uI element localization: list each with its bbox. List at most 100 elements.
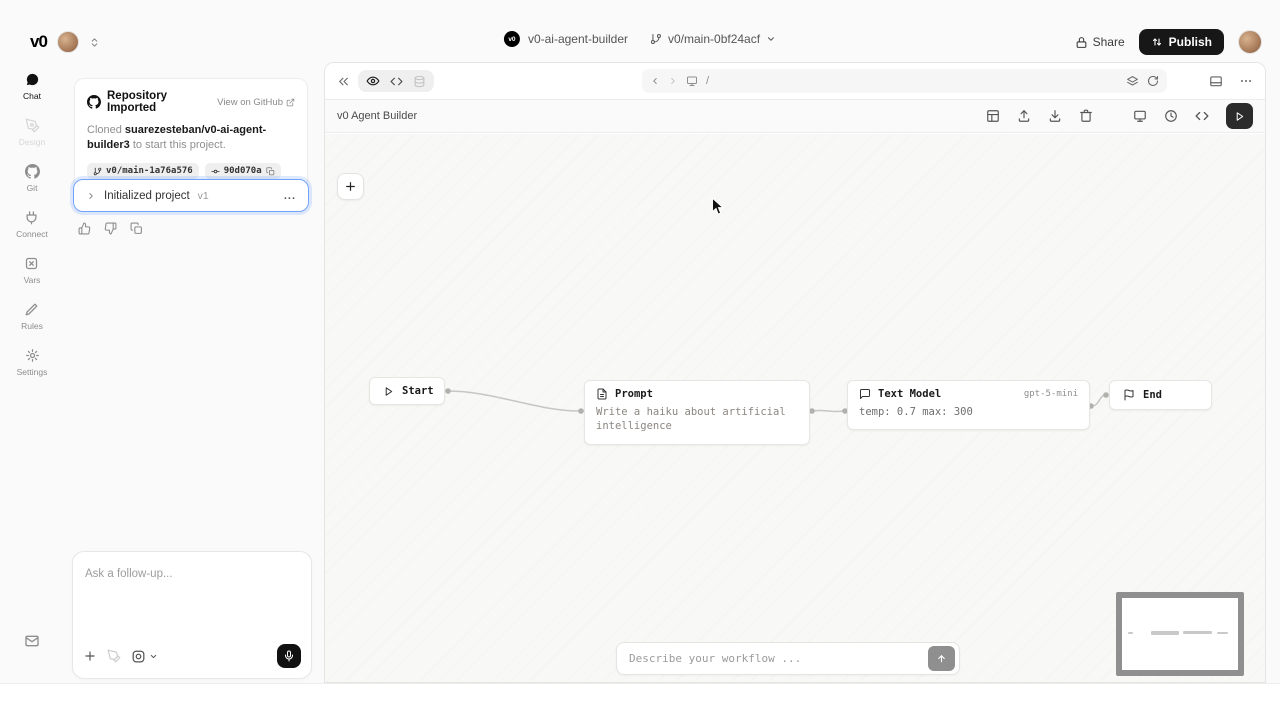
chevron-down-icon	[149, 652, 158, 661]
run-workflow-button[interactable]	[1226, 103, 1253, 129]
download-icon[interactable]	[1048, 109, 1062, 123]
repo-card-body: Cloned suarezesteban/v0-ai-agent-builder…	[87, 123, 295, 153]
refresh-icon[interactable]	[1147, 75, 1159, 87]
address-bar[interactable]: /	[642, 69, 1167, 93]
copy-message-icon[interactable]	[130, 222, 143, 235]
more-menu-icon[interactable]	[1239, 74, 1253, 88]
node-start[interactable]: Start	[369, 377, 445, 405]
code-view-icon[interactable]	[390, 75, 403, 88]
browser-window-icon[interactable]	[1209, 74, 1223, 88]
sidebar-item-design[interactable]: Design	[19, 118, 45, 147]
v0-logo[interactable]: v0	[30, 32, 47, 52]
sidebar-label: Git	[27, 183, 38, 193]
database-view-icon[interactable]	[413, 75, 426, 88]
share-button[interactable]: Share	[1075, 35, 1125, 49]
branch-selector[interactable]: v0/main-0bf24acf	[650, 32, 776, 46]
plus-icon[interactable]	[83, 649, 97, 663]
model-name: gpt-5-mini	[1024, 389, 1078, 399]
github-icon	[87, 95, 101, 109]
git-commit-icon	[211, 167, 220, 176]
play-icon	[1234, 111, 1245, 122]
view-on-github-link[interactable]: View on GitHub	[217, 97, 295, 108]
layout-icon[interactable]	[986, 109, 1000, 123]
history-clock-icon[interactable]	[1164, 109, 1178, 123]
canvas-minimap[interactable]	[1116, 592, 1244, 676]
thumbs-down-icon[interactable]	[104, 222, 117, 235]
upload-icon[interactable]	[1017, 109, 1031, 123]
url-path[interactable]: /	[706, 75, 1118, 87]
branch-badge[interactable]: v0/main-1a76a576	[87, 163, 199, 179]
model-selector[interactable]	[131, 649, 158, 664]
workflow-input[interactable]	[629, 652, 928, 665]
rules-icon	[24, 302, 39, 317]
v0-app-window: v0 v0 v0-ai-agent-builder v0/main-0bf24a…	[0, 0, 1280, 684]
collapse-sidebar-icon[interactable]	[337, 75, 350, 88]
mic-button[interactable]	[277, 644, 301, 668]
followup-composer	[72, 551, 312, 679]
publish-button[interactable]: Publish	[1139, 29, 1224, 55]
sidebar-item-git[interactable]: Git	[25, 164, 40, 193]
share-label: Share	[1093, 35, 1125, 49]
version-more-button[interactable]: ...	[284, 190, 296, 202]
sidebar-item-settings[interactable]: Settings	[17, 348, 48, 377]
chevron-right-icon[interactable]	[86, 191, 96, 201]
message-square-icon	[859, 388, 871, 400]
builder-toolbar	[986, 103, 1253, 129]
node-label: Prompt	[615, 388, 653, 400]
nav-back-icon[interactable]	[650, 76, 660, 86]
node-prompt[interactable]: Prompt Write a haiku about artificial in…	[584, 380, 810, 445]
panel-title: v0 Agent Builder	[337, 110, 417, 122]
layers-icon[interactable]	[1126, 75, 1139, 88]
workspace-switcher-icon[interactable]	[89, 37, 100, 48]
thumbs-up-icon[interactable]	[78, 222, 91, 235]
workspace-avatar[interactable]	[57, 31, 79, 53]
node-label: Start	[402, 385, 434, 397]
sidebar-rail: Chat Design Git Connect Vars Rules Setti…	[0, 62, 64, 683]
user-avatar[interactable]	[1238, 30, 1262, 54]
nav-forward-icon[interactable]	[668, 76, 678, 86]
monitor-icon[interactable]	[1133, 109, 1147, 123]
code-icon[interactable]	[1195, 109, 1209, 123]
screen-icon	[686, 75, 698, 87]
design-attach-icon[interactable]	[107, 649, 121, 663]
version-row-initialized-project[interactable]: Initialized project v1 ...	[73, 179, 309, 212]
prompt-text: Write a haiku about artificial intellige…	[585, 403, 809, 441]
project-breadcrumb: v0 v0-ai-agent-builder v0/main-0bf24acf	[504, 31, 776, 47]
workflow-canvas[interactable]: Start Prompt Write a haiku about artific…	[325, 134, 1265, 682]
commit-badge[interactable]: 90d070a	[205, 163, 281, 179]
model-params: temp: 0.7 max: 300	[848, 403, 1089, 427]
copy-icon[interactable]	[266, 167, 275, 176]
publish-icon	[1151, 36, 1163, 48]
project-name-group[interactable]: v0 v0-ai-agent-builder	[504, 31, 628, 47]
composer-toolbar	[83, 644, 301, 668]
sidebar-item-vars[interactable]: Vars	[24, 256, 41, 285]
node-label: Text Model	[878, 388, 941, 400]
mouse-cursor	[711, 197, 725, 216]
sidebar-item-chat[interactable]: Chat	[23, 72, 41, 101]
top-right-group: Share Publish	[1075, 29, 1262, 55]
vars-icon	[24, 256, 39, 271]
preview-eye-icon[interactable]	[366, 74, 380, 88]
plus-icon	[344, 180, 357, 193]
play-icon	[383, 386, 394, 397]
node-end[interactable]: End	[1109, 380, 1212, 410]
project-icon: v0	[504, 31, 520, 47]
project-name: v0-ai-agent-builder	[528, 32, 628, 46]
view-mode-switch	[358, 70, 434, 92]
design-icon	[25, 118, 40, 133]
agent-builder-header: v0 Agent Builder	[325, 99, 1265, 133]
sidebar-item-rules[interactable]: Rules	[21, 302, 43, 331]
minimap-node-prompt	[1151, 631, 1179, 635]
trash-icon[interactable]	[1079, 109, 1093, 123]
branch-name: v0/main-0bf24acf	[668, 32, 760, 46]
sidebar-label: Design	[19, 137, 45, 147]
sidebar-label: Vars	[24, 275, 41, 285]
workflow-submit-button[interactable]	[928, 646, 955, 671]
feedback-mail-button[interactable]	[0, 633, 64, 649]
followup-input[interactable]	[85, 568, 299, 580]
add-node-button[interactable]	[337, 173, 364, 200]
flag-icon	[1123, 389, 1135, 401]
sidebar-item-connect[interactable]: Connect	[16, 210, 48, 239]
connect-icon	[24, 210, 39, 225]
node-text-model[interactable]: Text Model gpt-5-mini temp: 0.7 max: 300	[847, 380, 1090, 430]
